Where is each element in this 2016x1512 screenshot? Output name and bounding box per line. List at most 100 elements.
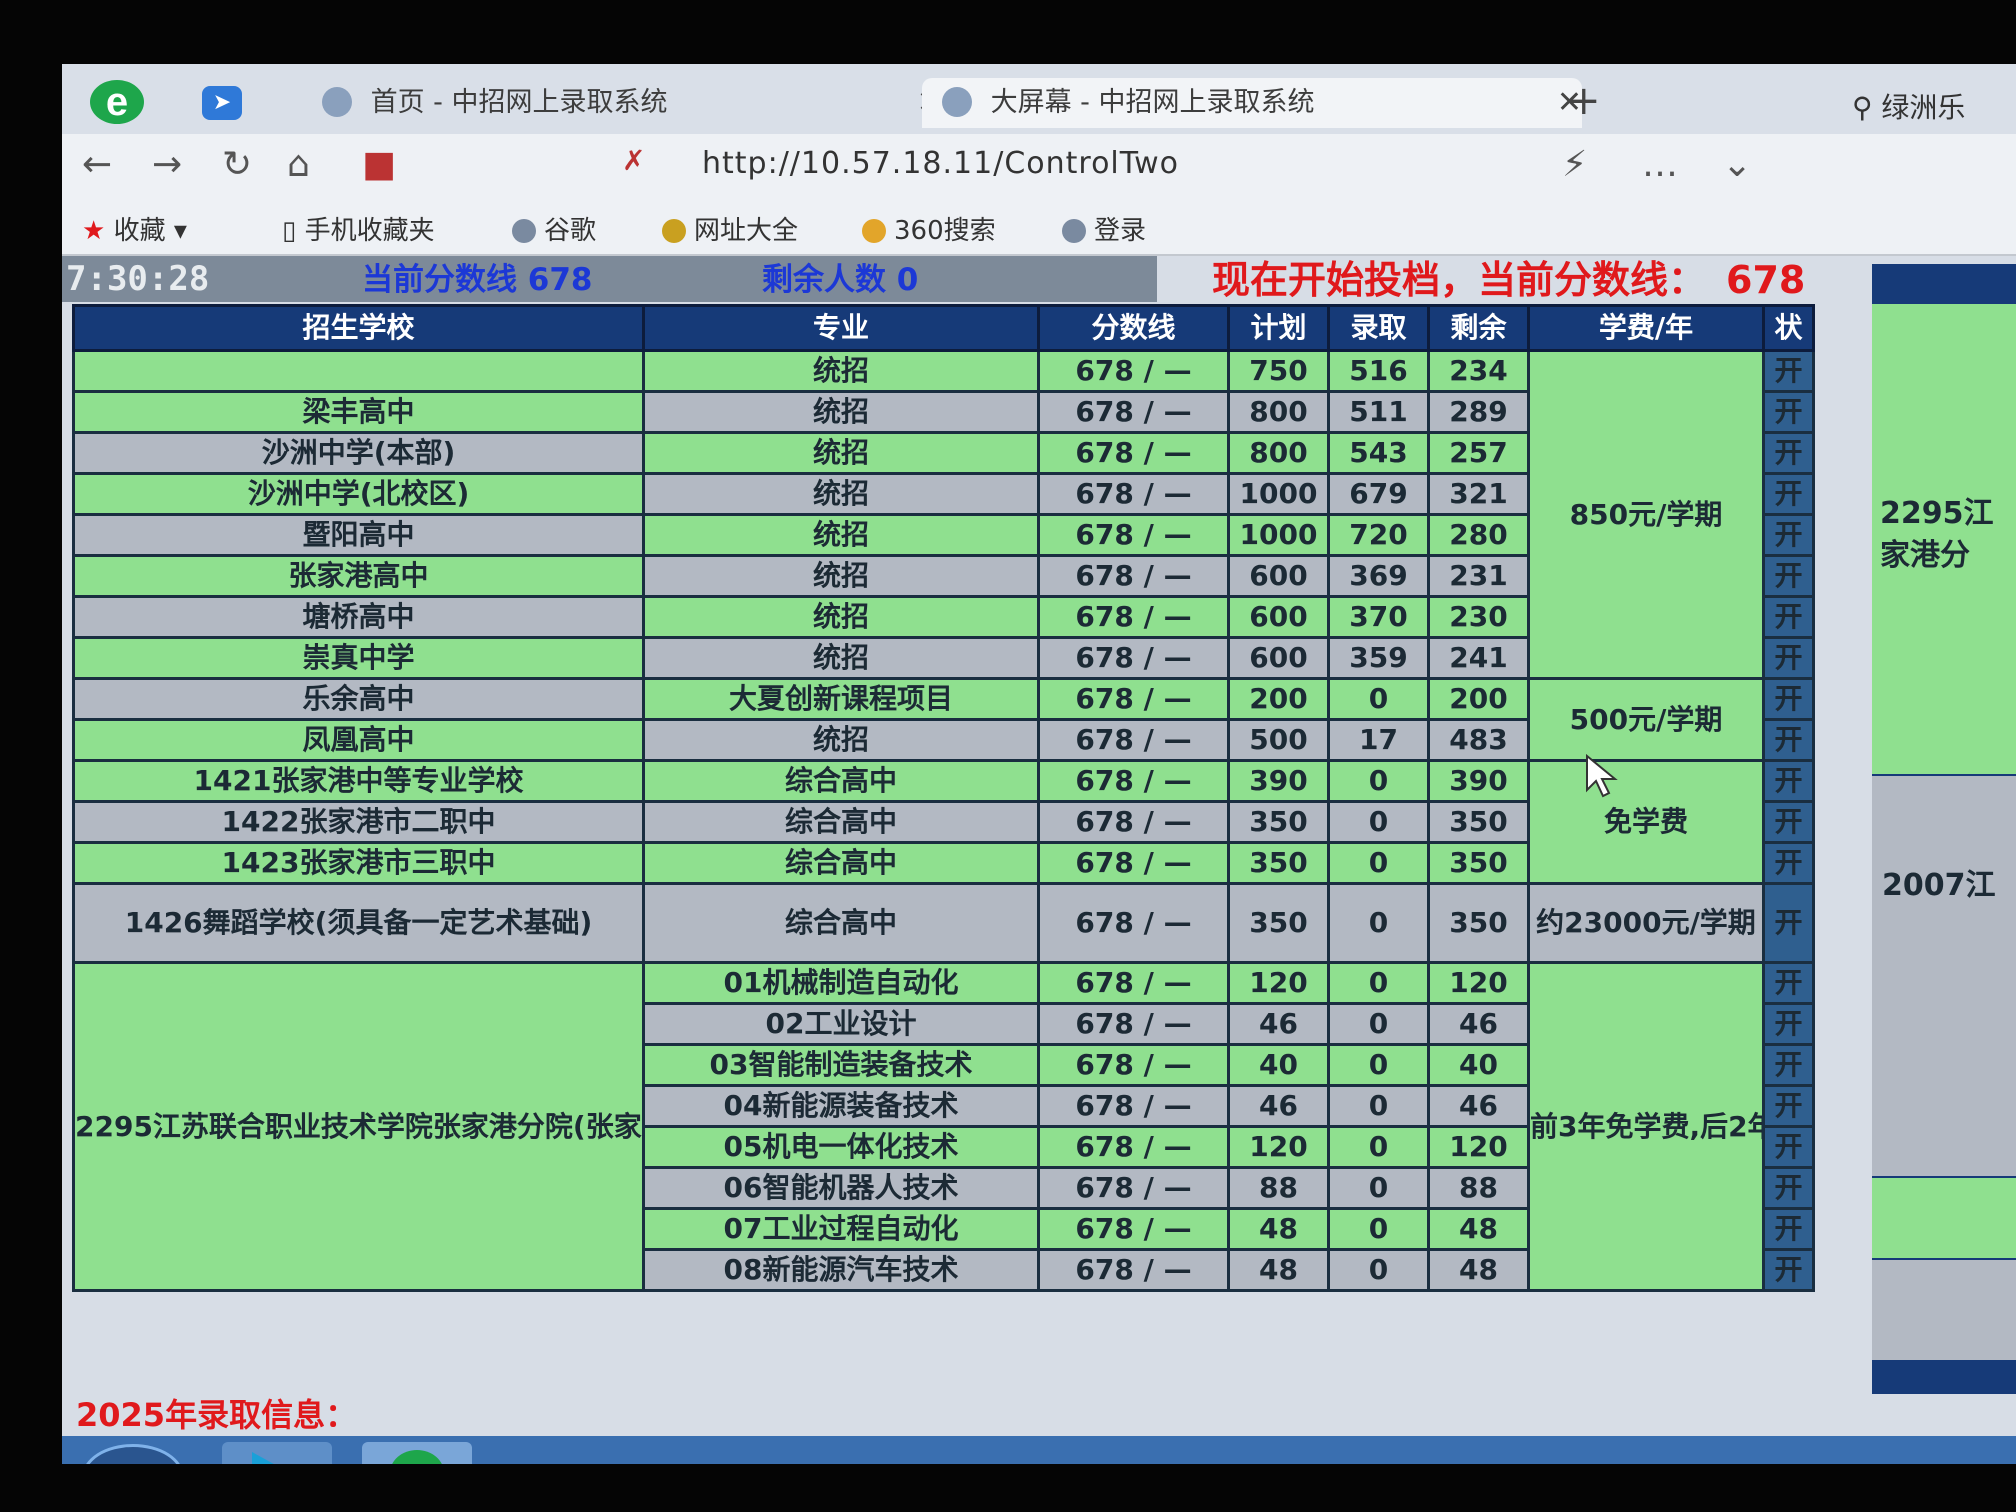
admit-cell: 679 bbox=[1327, 472, 1430, 516]
status-cell[interactable]: 开 bbox=[1762, 390, 1815, 434]
school-cell: 1426舞蹈学校(须具备一定艺术基础) bbox=[72, 882, 645, 964]
admit-cell: 0 bbox=[1327, 800, 1430, 844]
status-cell[interactable]: 开 bbox=[1762, 1084, 1815, 1128]
plan-cell: 390 bbox=[1227, 759, 1330, 803]
major-cell: 综合高中 bbox=[642, 841, 1040, 885]
header-school: 招生学校 bbox=[72, 304, 645, 352]
fee-cell: 前3年免学费,后2年按大专收费标准收取 bbox=[1527, 961, 1765, 1292]
score-cell: 678 / — bbox=[1037, 595, 1230, 639]
status-cell[interactable]: 开 bbox=[1762, 1166, 1815, 1210]
major-cell: 统招 bbox=[642, 595, 1040, 639]
fav-item-collect[interactable]: ★ 收藏 ▾ bbox=[82, 210, 187, 247]
remain-cell: 88 bbox=[1427, 1166, 1530, 1210]
major-cell: 综合高中 bbox=[642, 800, 1040, 844]
monitor-screen: e ➤ 首页 - 中招网上录取系统 ✕ 大屏幕 - 中招网上录取系统 ✕ + ⚲… bbox=[62, 64, 2016, 1464]
forward-icon[interactable]: → bbox=[152, 144, 182, 185]
back-icon[interactable]: ← bbox=[82, 144, 112, 185]
globe-icon bbox=[512, 219, 536, 243]
tab-home[interactable]: 首页 - 中招网上录取系统 ✕ bbox=[322, 78, 942, 128]
plan-cell: 1000 bbox=[1227, 472, 1330, 516]
play-icon bbox=[252, 1452, 292, 1464]
admit-cell: 359 bbox=[1327, 636, 1430, 680]
windows-start-icon[interactable] bbox=[82, 1444, 184, 1464]
status-cell[interactable]: 开 bbox=[1762, 1248, 1815, 1292]
status-cell[interactable]: 开 bbox=[1762, 718, 1815, 762]
header-admit: 录取 bbox=[1327, 304, 1430, 352]
admit-cell: 0 bbox=[1327, 1166, 1430, 1210]
status-cell[interactable]: 开 bbox=[1762, 841, 1815, 885]
school-cell: 1423张家港市三职中 bbox=[72, 841, 645, 885]
major-cell: 统招 bbox=[642, 636, 1040, 680]
status-cell[interactable]: 开 bbox=[1762, 1125, 1815, 1169]
chevron-down-icon[interactable]: ⌄ bbox=[1722, 144, 1752, 185]
remain-cell: 241 bbox=[1427, 636, 1530, 680]
status-cell[interactable]: 开 bbox=[1762, 1002, 1815, 1046]
status-cell[interactable]: 开 bbox=[1762, 554, 1815, 598]
remain-cell: 321 bbox=[1427, 472, 1530, 516]
status-cell[interactable]: 开 bbox=[1762, 759, 1815, 803]
major-cell: 05机电一体化技术 bbox=[642, 1125, 1040, 1169]
fav-item-mobile[interactable]: ▯ 手机收藏夹 bbox=[282, 210, 435, 247]
remain-cell: 46 bbox=[1427, 1002, 1530, 1046]
secondary-block-gray: 2007江 bbox=[1872, 776, 2016, 1176]
secondary-text: 家港分 bbox=[1880, 538, 1970, 573]
globe-icon bbox=[662, 219, 686, 243]
url-input[interactable]: http://10.57.18.11/ControlTwo bbox=[702, 146, 1179, 181]
status-cell[interactable]: 开 bbox=[1762, 961, 1815, 1005]
status-cell[interactable]: 开 bbox=[1762, 800, 1815, 844]
footer-label: 2025年录取信息： bbox=[62, 1394, 2016, 1436]
status-cell[interactable]: 开 bbox=[1762, 636, 1815, 680]
status-cell[interactable]: 开 bbox=[1762, 882, 1815, 964]
plan-cell: 46 bbox=[1227, 1002, 1330, 1046]
status-cell[interactable]: 开 bbox=[1762, 431, 1815, 475]
home-icon[interactable]: ⌂ bbox=[287, 144, 310, 185]
school-cell: 塘桥高中 bbox=[72, 595, 645, 639]
media-player-button[interactable] bbox=[222, 1442, 332, 1464]
plan-cell: 1000 bbox=[1227, 513, 1330, 557]
major-cell: 03智能制造装备技术 bbox=[642, 1043, 1040, 1087]
alert-score: 678 bbox=[1726, 258, 1806, 302]
score-cell: 678 / — bbox=[1037, 349, 1230, 393]
globe-icon bbox=[322, 87, 352, 117]
score-cell: 678 / — bbox=[1037, 800, 1230, 844]
fav-item-login[interactable]: 登录 bbox=[1062, 210, 1146, 247]
plan-cell: 350 bbox=[1227, 882, 1330, 964]
remaining-label: 剩余人数 0 bbox=[762, 262, 919, 298]
score-cell: 678 / — bbox=[1037, 1207, 1230, 1251]
major-cell: 综合高中 bbox=[642, 882, 1040, 964]
school-cell: 2295江苏联合职业技术学院张家港分院(张家港中等专业学校)(五年制高职) bbox=[72, 961, 645, 1292]
school-cell: 崇真中学 bbox=[72, 636, 645, 680]
status-cell[interactable]: 开 bbox=[1762, 472, 1815, 516]
secondary-block-gray bbox=[1872, 1260, 2016, 1360]
fav-item-360[interactable]: 360搜索 bbox=[862, 210, 996, 247]
status-cell[interactable]: 开 bbox=[1762, 349, 1815, 393]
browser-task-button[interactable]: e bbox=[362, 1442, 472, 1464]
plan-cell: 120 bbox=[1227, 961, 1330, 1005]
school-cell: 1421张家港中等专业学校 bbox=[72, 759, 645, 803]
status-cell[interactable]: 开 bbox=[1762, 1207, 1815, 1251]
tab-big-screen[interactable]: 大屏幕 - 中招网上录取系统 ✕ bbox=[922, 78, 1582, 128]
remain-cell: 390 bbox=[1427, 759, 1530, 803]
table-header-row: 招生学校 专业 分数线 计划 录取 剩余 学费/年 状 bbox=[72, 304, 1815, 352]
status-cell[interactable]: 开 bbox=[1762, 677, 1815, 721]
plan-cell: 40 bbox=[1227, 1043, 1330, 1087]
search-box[interactable]: ⚲ 绿洲乐 bbox=[1852, 86, 1965, 126]
status-cell[interactable]: 开 bbox=[1762, 513, 1815, 557]
school-cell: 暨阳高中 bbox=[72, 513, 645, 557]
plan-cell: 200 bbox=[1227, 677, 1330, 721]
plan-cell: 600 bbox=[1227, 636, 1330, 680]
score-cell: 678 / — bbox=[1037, 1248, 1230, 1292]
fav-item-google[interactable]: 谷歌 bbox=[512, 210, 596, 247]
admit-cell: 0 bbox=[1327, 1125, 1430, 1169]
status-cell[interactable]: 开 bbox=[1762, 595, 1815, 639]
lightning-icon[interactable]: ⚡ bbox=[1562, 144, 1587, 185]
shield-icon[interactable]: ➤ bbox=[202, 86, 242, 120]
status-cell[interactable]: 开 bbox=[1762, 1043, 1815, 1087]
toolbox-icon[interactable]: ■ bbox=[362, 144, 396, 185]
plan-cell: 120 bbox=[1227, 1125, 1330, 1169]
refresh-icon[interactable]: ↻ bbox=[222, 144, 252, 185]
more-icon[interactable]: … bbox=[1642, 144, 1678, 185]
major-cell: 统招 bbox=[642, 554, 1040, 598]
new-tab-button[interactable]: + bbox=[1567, 78, 1601, 124]
fav-item-sites[interactable]: 网址大全 bbox=[662, 210, 798, 247]
